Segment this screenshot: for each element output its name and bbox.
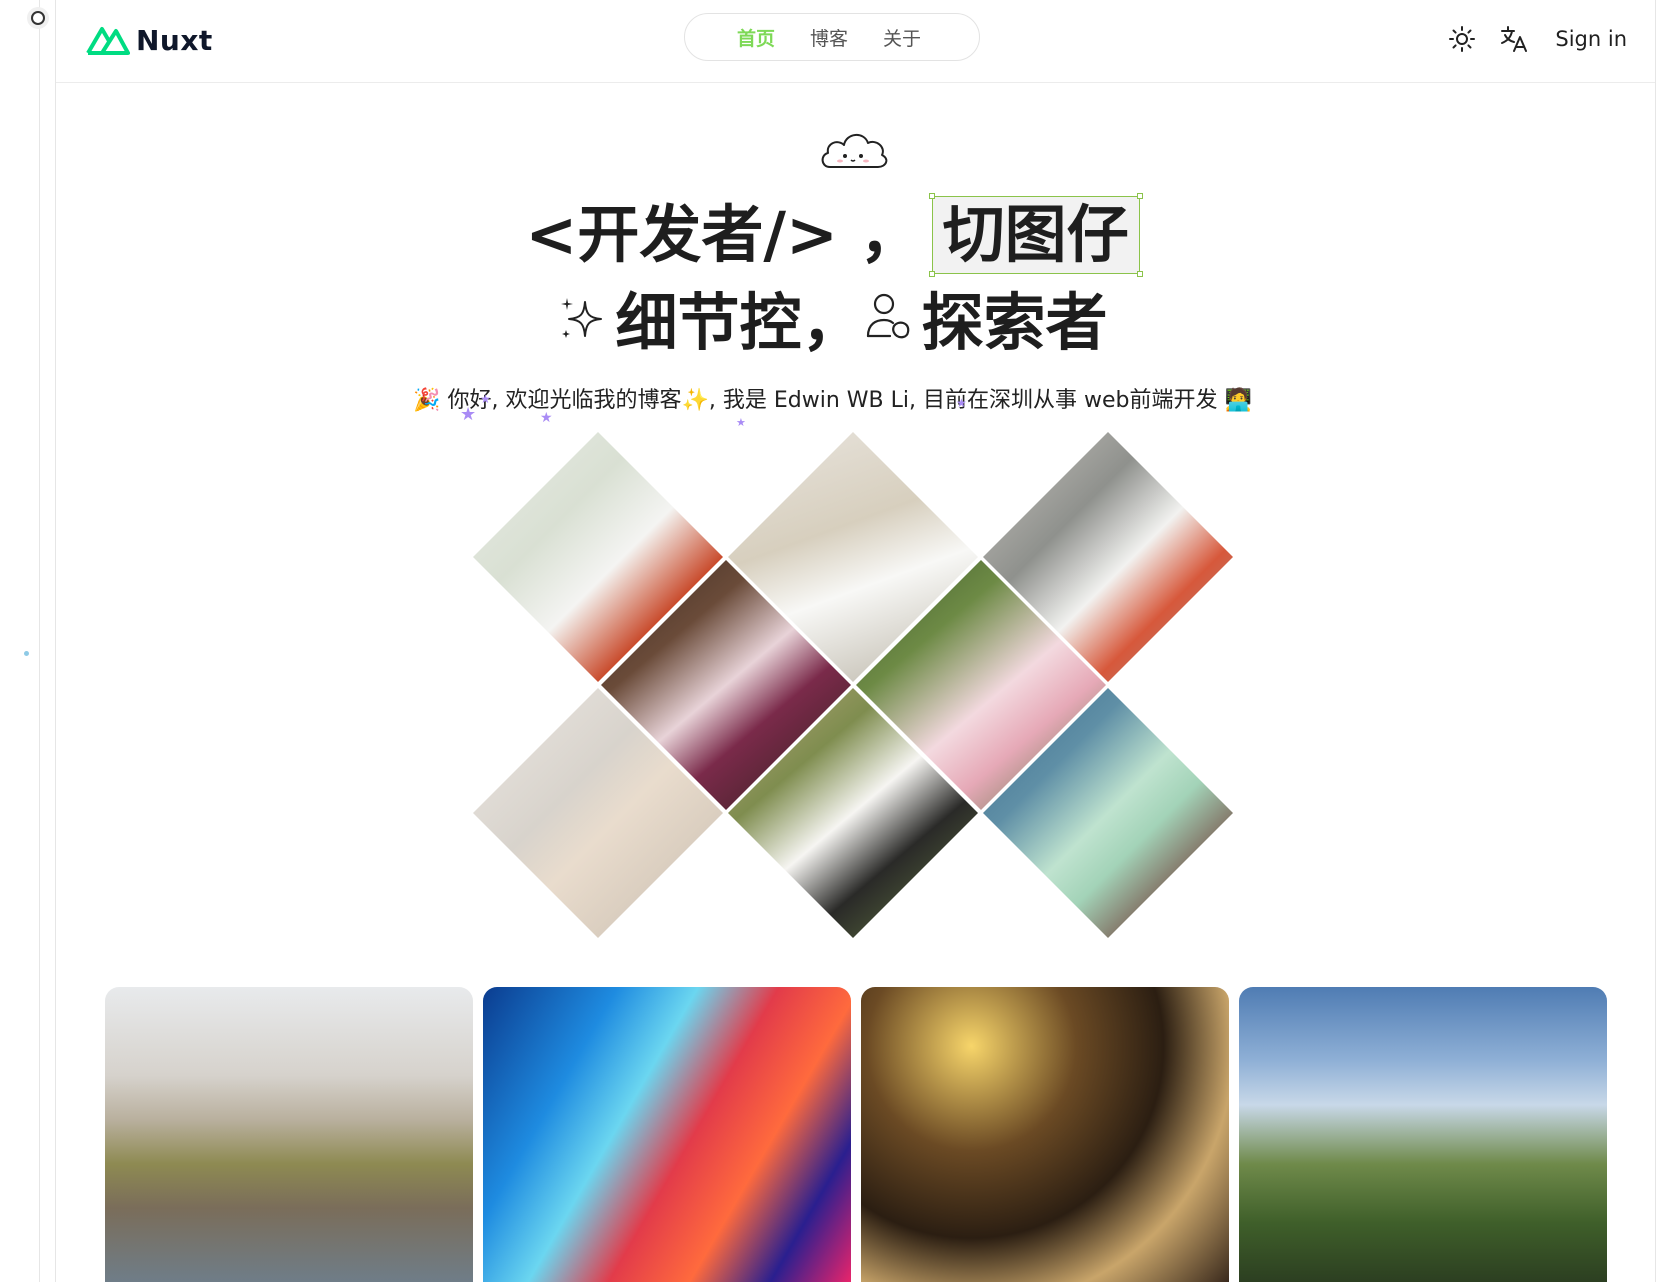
main-nav: 首页 博客 关于 [684,13,980,61]
star-particle: ★ [736,416,746,429]
gallery-card-4[interactable] [1239,987,1607,1282]
timeline-dot [24,651,29,656]
resize-handle[interactable] [928,193,935,199]
rail-divider [39,0,40,1282]
resize-handle[interactable] [1136,271,1143,277]
sun-icon[interactable] [1447,24,1477,54]
photo-collage [473,432,1239,946]
hero-developer-text: <开发者/> ， [525,198,922,271]
star-particle: ★ [956,396,967,410]
resize-handle[interactable] [1136,193,1143,199]
hero-highlight-text: 切图仔 [942,198,1129,271]
hero-intro: 🎉 你好, 欢迎光临我的博客✨, 我是 Edwin WB Li, 目前在深圳从事… [413,388,1252,413]
resize-handle[interactable] [928,271,935,277]
people-icon [864,283,914,363]
hero-explorer-text: 探索者 [921,286,1108,359]
collage-photo-6[interactable] [473,688,723,938]
left-rail [0,0,56,1282]
collage-photo-8[interactable] [983,688,1233,938]
gallery-card-2[interactable] [483,987,851,1282]
timeline-marker[interactable] [31,11,45,25]
star-particle: ★ [460,404,477,425]
star-particle: ★ [540,410,553,426]
star-particle: ★ [480,392,491,406]
nav-blog[interactable]: 博客 [810,24,848,51]
header-actions: Sign in [1447,20,1627,58]
logo-text: Nuxt [136,23,213,57]
hero-highlight-selection[interactable]: 切图仔 [928,193,1143,277]
nuxt-logo[interactable]: Nuxt [86,22,213,58]
right-rail [1655,0,1656,1282]
sparkle-icon [557,283,607,363]
cloud-mascot-icon [818,127,890,175]
collage-photo-7[interactable] [728,688,978,938]
hero-detail-text: 细节控， [615,286,864,359]
gallery-card-1[interactable] [105,987,473,1282]
rail-divider [55,0,56,1282]
hero-line-1: <开发者/> ， 切图仔 [0,193,1665,277]
nav-home[interactable]: 首页 [737,24,775,51]
site-header: Nuxt 首页 博客 关于 Sign in [56,0,1655,83]
translate-icon[interactable] [1499,24,1529,54]
gallery-card-3[interactable] [861,987,1229,1282]
image-gallery [105,987,1610,1282]
nuxt-mountain-icon [86,27,130,55]
hero-line-2: 细节控， 探索者 [0,283,1665,363]
sign-in-link[interactable]: Sign in [1555,27,1627,51]
nav-about[interactable]: 关于 [883,24,921,51]
